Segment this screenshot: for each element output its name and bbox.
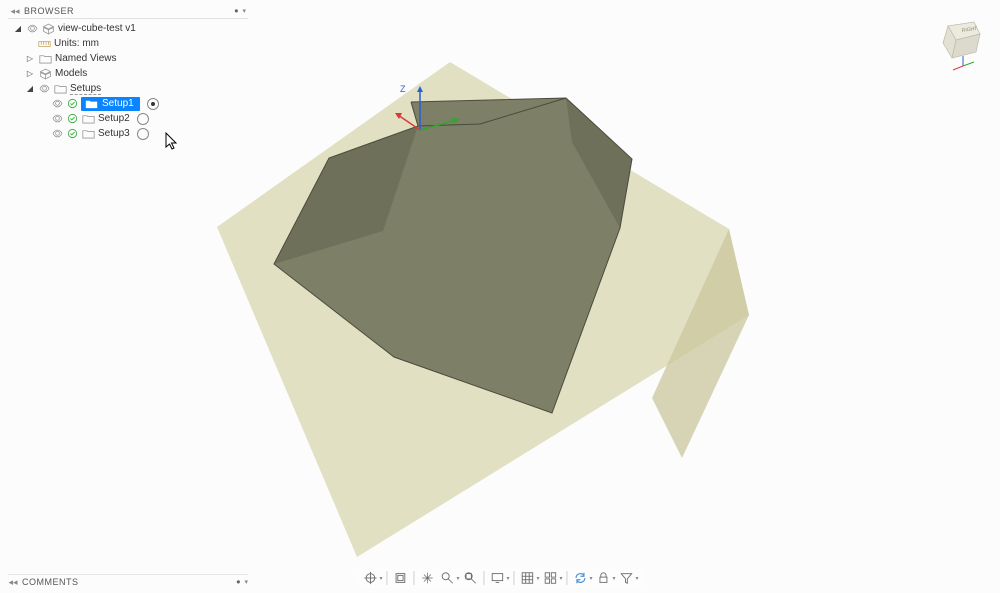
setup-icon bbox=[81, 113, 95, 125]
tree-item-label: Units: mm bbox=[54, 38, 99, 49]
browser-tree: ◢ view-cube-test v1 Units: mm ▷ Named bbox=[8, 21, 248, 141]
chevron-down-icon[interactable]: ▾ bbox=[242, 7, 246, 15]
triangle-expanded-icon[interactable]: ◢ bbox=[25, 84, 35, 94]
eye-icon[interactable] bbox=[38, 83, 50, 95]
tree-item-label: Setups bbox=[70, 83, 101, 95]
triangle-collapsed-icon[interactable]: ▷ bbox=[25, 54, 35, 64]
active-radio[interactable] bbox=[137, 113, 149, 125]
check-icon[interactable] bbox=[66, 113, 78, 125]
eye-icon[interactable] bbox=[51, 98, 63, 110]
active-radio[interactable] bbox=[147, 98, 159, 110]
tree-item-root[interactable]: ◢ view-cube-test v1 bbox=[8, 21, 248, 36]
eye-icon[interactable] bbox=[51, 113, 63, 125]
browser-title: BROWSER bbox=[24, 6, 230, 16]
component-icon bbox=[41, 23, 55, 35]
folder-icon bbox=[38, 53, 52, 65]
tree-item-named-views[interactable]: ▷ Named Views bbox=[8, 51, 248, 66]
mouse-cursor-icon bbox=[165, 132, 181, 155]
browser-panel-header[interactable]: ◂◂ BROWSER • ▾ bbox=[8, 4, 248, 19]
tree-item-setup3[interactable]: Setup3 bbox=[8, 126, 248, 141]
tree-item-setup1[interactable]: Setup1 bbox=[8, 96, 248, 111]
triangle-expanded-icon[interactable]: ◢ bbox=[13, 24, 23, 34]
svg-text:Z: Z bbox=[400, 84, 406, 94]
tree-item-setups[interactable]: ◢ Setups bbox=[8, 81, 248, 96]
collapse-icon[interactable]: ◂◂ bbox=[10, 6, 20, 17]
check-icon[interactable] bbox=[66, 98, 78, 110]
active-radio[interactable] bbox=[137, 128, 149, 140]
setup-icon bbox=[81, 128, 95, 140]
tree-item-units[interactable]: Units: mm bbox=[8, 36, 248, 51]
eye-icon[interactable] bbox=[26, 23, 38, 35]
check-icon[interactable] bbox=[66, 128, 78, 140]
tree-item-models[interactable]: ▷ Models bbox=[8, 66, 248, 81]
setup-icon bbox=[84, 98, 98, 110]
triangle-collapsed-icon[interactable]: ▷ bbox=[25, 69, 35, 79]
tree-item-label: Named Views bbox=[55, 53, 117, 64]
tree-item-label: Setup3 bbox=[98, 128, 130, 139]
tree-item-label: Setup1 bbox=[102, 98, 134, 109]
component-icon bbox=[38, 68, 52, 80]
browser-panel: ◂◂ BROWSER • ▾ ◢ view-cube-test v1 Units… bbox=[8, 4, 248, 141]
eye-icon[interactable] bbox=[51, 128, 63, 140]
tree-item-label: Setup2 bbox=[98, 113, 130, 124]
tree-item-label: Models bbox=[55, 68, 87, 79]
setup-folder-icon bbox=[53, 83, 67, 95]
ruler-icon bbox=[37, 38, 51, 50]
tree-item-label: view-cube-test v1 bbox=[58, 23, 136, 34]
tree-item-setup2[interactable]: Setup2 bbox=[8, 111, 248, 126]
